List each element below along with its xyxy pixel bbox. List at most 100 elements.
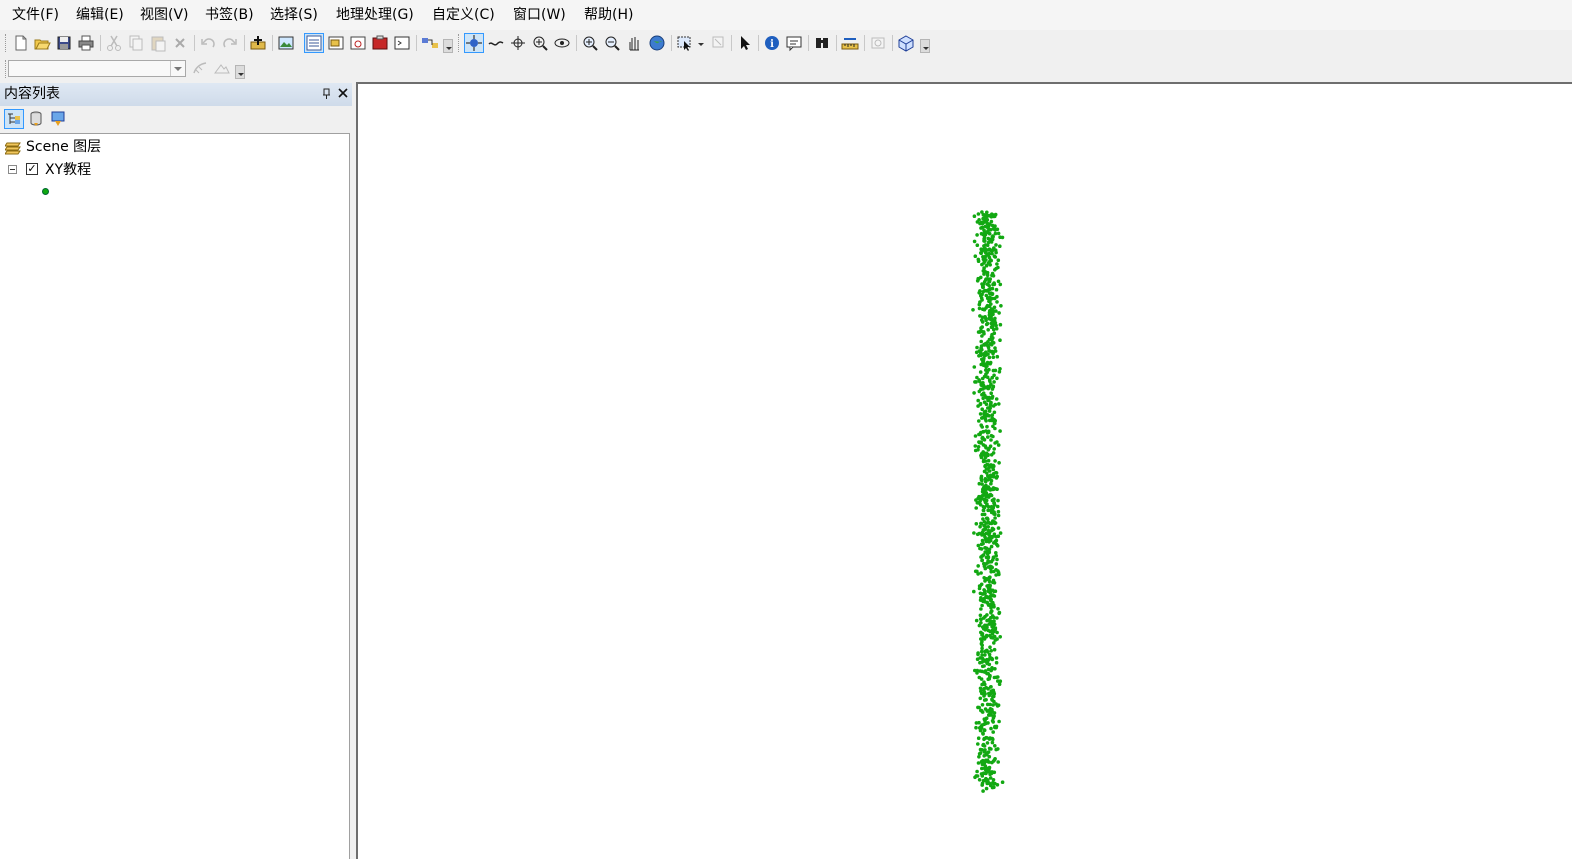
scene-point <box>986 474 990 478</box>
find-icon[interactable] <box>812 33 832 53</box>
scene-point <box>992 305 997 310</box>
layer-name[interactable]: XY教程 <box>45 161 91 179</box>
scene-point <box>980 248 985 253</box>
save-icon[interactable] <box>54 33 74 53</box>
lighting-icon[interactable] <box>212 58 232 78</box>
scene-point <box>982 356 986 361</box>
scene-point <box>984 539 989 544</box>
scene-point <box>992 699 996 704</box>
html-popup-icon[interactable] <box>784 33 804 53</box>
scene-view[interactable] <box>356 82 1572 859</box>
list-by-drawing-order-icon[interactable] <box>4 109 24 129</box>
open-folder-icon[interactable] <box>32 33 52 53</box>
scene-point <box>974 522 979 526</box>
zoom-to-target-icon[interactable] <box>530 33 550 53</box>
navigate-icon[interactable] <box>464 33 484 53</box>
3d-effects-icon[interactable] <box>896 33 916 53</box>
toc-toolbar <box>0 107 352 133</box>
pin-icon[interactable] <box>320 87 334 101</box>
scene-point <box>988 674 992 679</box>
scene-point <box>980 533 984 537</box>
identify-icon[interactable]: i <box>762 33 782 53</box>
toolbar-grip[interactable] <box>458 34 461 52</box>
scene-layers-root[interactable]: Scene 图层 <box>26 138 101 156</box>
catalog-window-icon[interactable] <box>326 33 346 53</box>
scene-point <box>994 660 999 665</box>
scene-point <box>974 774 979 778</box>
close-icon[interactable] <box>336 86 350 101</box>
scene-point <box>982 698 987 702</box>
layer-combo-box[interactable] <box>8 60 186 77</box>
scene-point <box>996 231 1001 236</box>
set-observer-icon[interactable] <box>552 33 572 53</box>
clear-selection-icon[interactable] <box>708 33 728 53</box>
select-features-icon[interactable] <box>675 33 695 53</box>
zoom-in-icon[interactable] <box>580 33 600 53</box>
animation-icon[interactable] <box>868 33 888 53</box>
scene-point <box>984 445 988 450</box>
paste-icon[interactable] <box>148 33 168 53</box>
scene-point <box>989 649 993 653</box>
point-cloud[interactable] <box>358 84 1572 859</box>
menu-edit[interactable]: 编辑(E) <box>76 6 124 24</box>
menu-geoprocessing[interactable]: 地理处理(G) <box>336 6 414 24</box>
chevron-down-icon[interactable] <box>170 61 185 76</box>
scene-point <box>979 474 984 479</box>
menu-windows[interactable]: 窗口(W) <box>513 6 566 24</box>
redo-icon[interactable] <box>220 33 240 53</box>
scene-point <box>991 336 995 340</box>
menu-view[interactable]: 视图(V) <box>140 6 189 24</box>
scene-point <box>973 434 978 438</box>
python-window-icon[interactable] <box>392 33 412 53</box>
print-icon[interactable] <box>76 33 96 53</box>
new-document-icon[interactable] <box>11 33 31 53</box>
toolbar-grip[interactable] <box>5 34 8 52</box>
undo-icon[interactable] <box>198 33 218 53</box>
copy-icon[interactable] <box>126 33 146 53</box>
scene-point <box>987 414 991 418</box>
scene-point <box>977 755 981 759</box>
arctoolbox-icon[interactable] <box>370 33 390 53</box>
scene-point <box>972 589 976 594</box>
table-of-contents-icon[interactable] <box>304 33 324 53</box>
scene-point <box>995 262 999 266</box>
point-symbol-icon[interactable] <box>42 188 49 195</box>
add-data-icon[interactable] <box>248 33 268 53</box>
measure-icon[interactable] <box>840 33 860 53</box>
collapse-toggle[interactable] <box>8 165 17 174</box>
scene-point <box>997 311 1001 315</box>
scene-point <box>982 237 986 241</box>
swipe-layer-icon[interactable] <box>190 58 210 78</box>
list-by-visibility-icon[interactable] <box>48 109 68 129</box>
menu-selection[interactable]: 选择(S) <box>270 6 318 24</box>
menu-customize[interactable]: 自定义(C) <box>432 6 495 24</box>
scene-point <box>988 361 992 366</box>
scene-point <box>984 289 988 293</box>
delete-icon[interactable] <box>170 33 190 53</box>
full-extent-icon[interactable] <box>647 33 667 53</box>
target-center-icon[interactable] <box>508 33 528 53</box>
toolbar-overflow-arrow[interactable] <box>443 39 453 53</box>
scene-point <box>976 543 981 548</box>
scene-point <box>989 594 994 598</box>
fly-icon[interactable] <box>486 33 506 53</box>
list-by-source-icon[interactable] <box>26 109 46 129</box>
menu-file[interactable]: 文件(F) <box>12 6 59 24</box>
toolbar-overflow-arrow[interactable] <box>920 39 930 53</box>
select-elements-icon[interactable] <box>735 33 755 53</box>
zoom-out-icon[interactable] <box>602 33 622 53</box>
cut-icon[interactable] <box>104 33 124 53</box>
select-dropdown-arrow[interactable] <box>697 33 707 53</box>
toolbar-overflow-arrow[interactable] <box>235 65 245 79</box>
menu-bookmarks[interactable]: 书签(B) <box>205 6 254 24</box>
open-arcmap-icon[interactable] <box>276 33 296 53</box>
search-window-icon[interactable] <box>348 33 368 53</box>
layer-visibility-checkbox[interactable]: ✓ <box>26 163 38 175</box>
menu-help[interactable]: 帮助(H) <box>584 6 633 24</box>
scene-point <box>993 667 997 671</box>
model-builder-icon[interactable] <box>420 33 440 53</box>
scene-point <box>997 719 1001 724</box>
pan-icon[interactable] <box>624 33 644 53</box>
scene-point <box>986 458 991 463</box>
scene-point <box>978 696 983 701</box>
